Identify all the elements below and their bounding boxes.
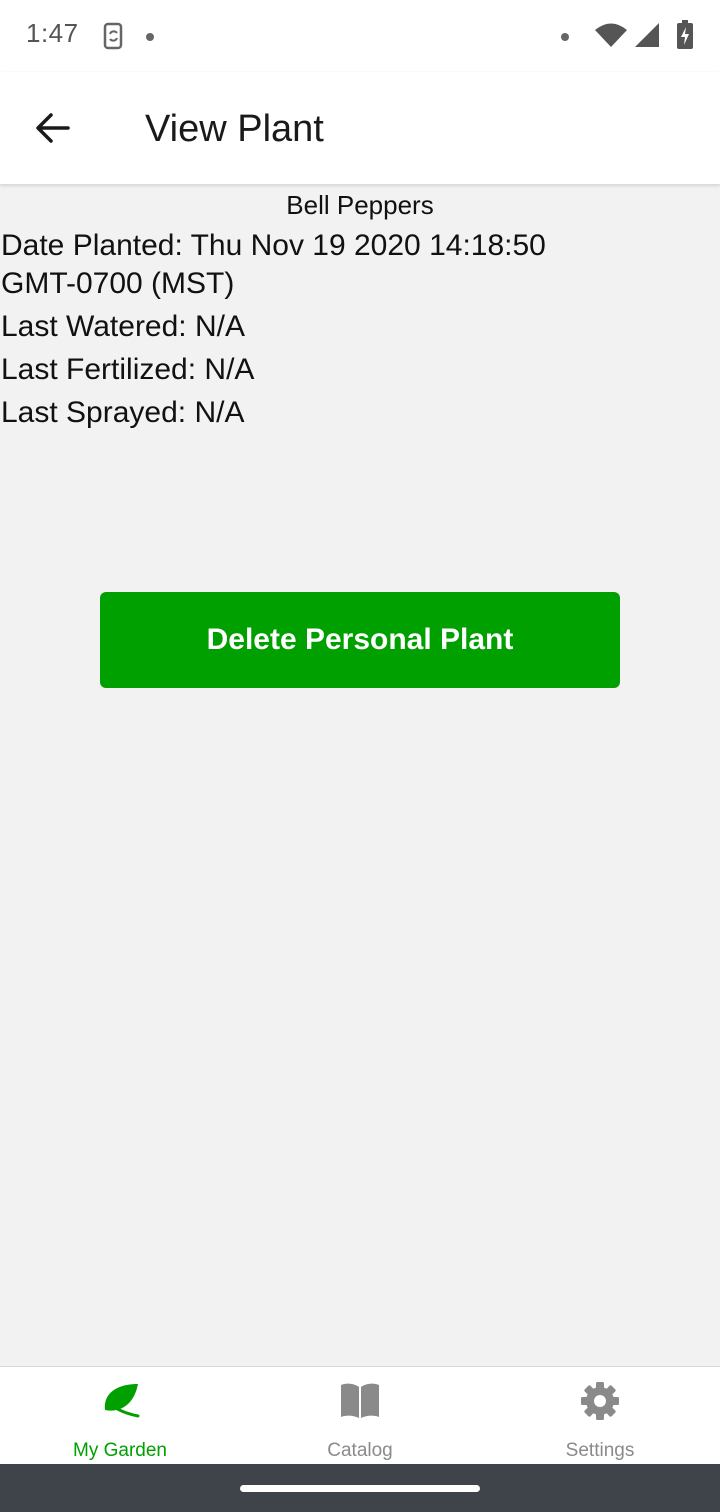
dot-icon <box>561 33 569 41</box>
status-time: 1:47 <box>26 18 79 48</box>
page-title: View Plant <box>145 108 324 150</box>
nav-item-my-garden[interactable]: My Garden <box>0 1367 240 1465</box>
nav-item-settings[interactable]: Settings <box>480 1367 720 1465</box>
nav-item-catalog[interactable]: Catalog <box>240 1367 480 1465</box>
book-icon <box>341 1383 379 1418</box>
status-bar: 1:47 <box>0 0 720 72</box>
sync-icon <box>103 22 123 50</box>
leaf-icon <box>104 1384 140 1418</box>
notification-dot-icon <box>146 33 154 41</box>
home-gesture-handle[interactable] <box>240 1485 480 1492</box>
wifi-icon <box>595 23 627 47</box>
date-planted-line-1: Date Planted: Thu Nov 19 2020 14:18:50 <box>1 229 546 262</box>
arrow-left-icon <box>36 113 70 143</box>
date-planted-line-2: GMT-0700 (MST) <box>1 267 235 300</box>
app-bar: View Plant <box>0 72 720 185</box>
delete-plant-button[interactable]: Delete Personal Plant <box>100 592 620 688</box>
plant-name: Bell Peppers <box>286 190 434 220</box>
back-button[interactable] <box>24 100 80 156</box>
gear-icon <box>581 1382 619 1420</box>
plant-details: Bell Peppers Date Planted: Thu Nov 19 20… <box>0 186 720 432</box>
nav-label-catalog: Catalog <box>327 1440 393 1461</box>
last-watered: Last Watered: N/A <box>1 310 245 343</box>
system-gesture-bar <box>0 1464 720 1512</box>
last-sprayed: Last Sprayed: N/A <box>1 396 245 429</box>
cellular-signal-icon <box>635 23 659 47</box>
last-fertilized: Last Fertilized: N/A <box>1 353 255 386</box>
nav-label-my-garden: My Garden <box>73 1440 167 1461</box>
nav-label-settings: Settings <box>565 1440 635 1461</box>
bottom-nav: My Garden Catalog Settings <box>0 1366 720 1465</box>
battery-charging-icon <box>677 20 693 49</box>
